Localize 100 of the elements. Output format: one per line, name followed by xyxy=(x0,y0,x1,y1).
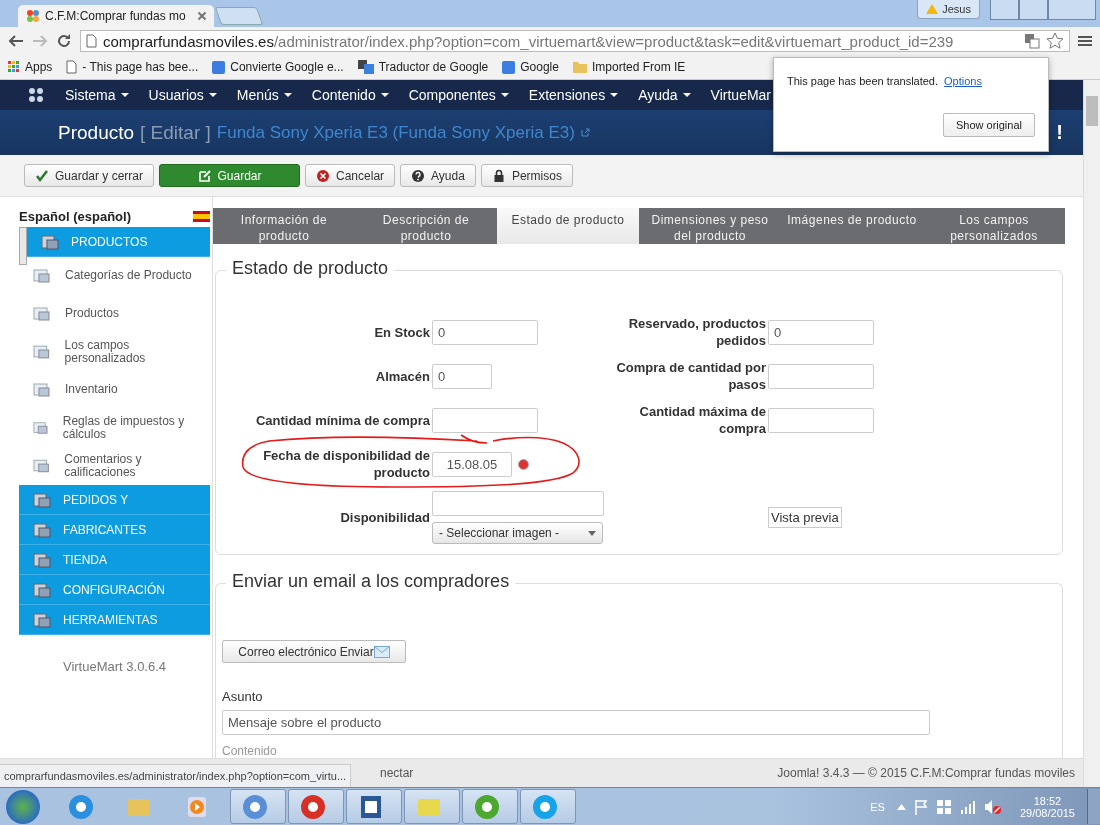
item-icon xyxy=(33,306,51,322)
check-icon xyxy=(35,168,49,183)
tab[interactable]: Estado de producto xyxy=(497,208,639,244)
tab[interactable]: Imágenes de producto xyxy=(781,208,923,244)
tab[interactable]: Los campos personalizados xyxy=(923,208,1065,244)
menu-item[interactable]: Ayuda xyxy=(638,87,691,103)
tab[interactable]: Descripción de producto xyxy=(355,208,497,244)
section-icon xyxy=(33,521,51,538)
input-field[interactable] xyxy=(432,491,604,516)
maximize-button[interactable] xyxy=(1019,0,1048,20)
menu-item[interactable]: Menús xyxy=(236,87,292,103)
menu-item[interactable]: Usuarios xyxy=(148,87,217,103)
toolbar-button[interactable]: Permisos xyxy=(480,164,573,187)
date-field[interactable]: 15.08.05 xyxy=(432,451,512,477)
taskbar-button[interactable] xyxy=(520,789,576,824)
back-icon[interactable] xyxy=(8,34,24,48)
taskbar-button[interactable] xyxy=(230,789,286,824)
subject-field[interactable]: Mensaje sobre el producto xyxy=(222,710,930,735)
sidebar-item[interactable]: Los campos personalizados xyxy=(19,333,210,371)
version-label: VirtueMart 3.0.6.4 xyxy=(61,659,168,674)
signal-icon[interactable] xyxy=(959,799,976,814)
tab[interactable]: Información de producto xyxy=(213,208,355,244)
preview-button[interactable]: Vista previa xyxy=(768,507,842,528)
app-icon xyxy=(299,792,327,821)
menu-icon[interactable] xyxy=(1078,34,1092,48)
folder-icon xyxy=(572,61,587,73)
user-badge[interactable]: Jesus xyxy=(917,0,980,19)
translate-icon[interactable] xyxy=(1024,33,1040,49)
scrollbar[interactable] xyxy=(1083,80,1100,787)
input-field[interactable]: 0 xyxy=(768,319,874,345)
input-field[interactable]: 0 xyxy=(432,319,538,345)
field-label: Compra de cantidad por pasos xyxy=(615,359,766,393)
bookmark[interactable]: Imported From IE xyxy=(572,60,686,74)
image-select[interactable]: - Seleccionar imagen - xyxy=(432,522,603,544)
input-field[interactable] xyxy=(432,407,538,433)
footer-link[interactable]: nectar xyxy=(380,766,414,780)
toolbar-button[interactable]: Ayuda xyxy=(400,164,476,187)
app-icon xyxy=(473,792,501,821)
minimize-button[interactable] xyxy=(990,0,1019,20)
input-field[interactable] xyxy=(768,363,874,389)
taskbar-button[interactable] xyxy=(462,789,518,824)
toolbar-button[interactable]: Cancelar xyxy=(305,164,396,187)
bookmark[interactable]: Apps xyxy=(8,60,53,74)
tab[interactable]: Dimensiones y peso del producto xyxy=(639,208,781,244)
section-legend: Estado de producto xyxy=(226,258,395,279)
toolbar-button[interactable]: Guardar xyxy=(159,164,301,187)
menu-item[interactable]: Sistema xyxy=(65,87,129,103)
external-link-icon xyxy=(580,128,590,137)
address-field[interactable]: comprarfundasmoviles.es/administrator/index.php?option=com_virtuemart&view=product&task=edit&virtuemart_product_id=239 xyxy=(80,30,1070,52)
taskbar-button[interactable] xyxy=(346,789,402,824)
close-icon[interactable] xyxy=(198,12,206,20)
reload-icon[interactable] xyxy=(56,33,72,49)
show-desktop-button[interactable] xyxy=(1087,789,1100,824)
app-icon xyxy=(67,792,95,821)
scroll-thumb[interactable] xyxy=(1086,96,1098,126)
section-icon xyxy=(33,551,51,568)
show-original-button[interactable]: Show original xyxy=(942,113,1035,137)
flag-icon[interactable] xyxy=(913,798,928,815)
field-label: Reservado, productos pedidos xyxy=(627,315,766,349)
page-icon xyxy=(86,34,97,48)
collapse-handle[interactable] xyxy=(19,227,27,265)
toolbar-button[interactable]: Guardar y cerrar xyxy=(24,164,155,187)
taskbar-button[interactable] xyxy=(288,789,344,824)
muted-speaker-icon[interactable] xyxy=(983,798,1002,815)
close-button[interactable] xyxy=(1048,0,1096,20)
status-url: comprarfundasmoviles.es/administrator/index.php?option=com_virtu... xyxy=(0,764,352,787)
send-email-button[interactable]: Correo electrónico Enviar xyxy=(222,640,406,663)
clear-icon[interactable] xyxy=(518,458,529,470)
field-label: En Stock xyxy=(373,323,430,341)
up-arrow-icon[interactable] xyxy=(896,803,906,810)
star-icon[interactable] xyxy=(1046,32,1064,50)
sidebar-item[interactable]: Inventario xyxy=(19,371,210,409)
sidebar-item[interactable]: Comentarios y calificaciones xyxy=(19,447,210,485)
app-icon xyxy=(531,792,559,821)
translate-icon xyxy=(357,60,374,74)
forward-icon[interactable] xyxy=(32,34,48,48)
envelope-icon xyxy=(373,645,390,658)
input-field[interactable]: 0 xyxy=(432,363,492,389)
start-button[interactable] xyxy=(6,789,40,824)
menu-item[interactable]: Extensiones xyxy=(528,87,619,103)
cancel-icon xyxy=(316,168,331,183)
page-icon xyxy=(66,60,78,74)
browser-tab[interactable]: C.F.M:Comprar fundas mo xyxy=(18,5,214,27)
menu-item[interactable]: Contenido xyxy=(311,87,389,103)
sidebar-item[interactable]: Reglas de impuestos y cálculos xyxy=(19,409,210,447)
bookmark[interactable]: Convierte Google e... xyxy=(212,60,344,74)
bookmark[interactable]: Google xyxy=(502,60,559,74)
windows-icon[interactable] xyxy=(935,798,952,815)
section-icon xyxy=(41,233,59,250)
bookmark[interactable]: Traductor de Google xyxy=(357,60,489,74)
options-link[interactable]: Options xyxy=(944,75,982,87)
sidebar-item[interactable]: Productos xyxy=(19,295,210,333)
field-label: Almacén xyxy=(374,367,430,385)
menu-item[interactable]: Componentes xyxy=(408,87,509,103)
bookmark[interactable]: - This page has bee... xyxy=(66,60,199,74)
menu-item[interactable]: VirtueMar xyxy=(710,87,772,103)
item-icon xyxy=(33,268,51,284)
new-tab-button[interactable] xyxy=(214,7,264,25)
sidebar-item[interactable]: Categorías de Producto xyxy=(19,257,210,295)
input-field[interactable] xyxy=(768,407,874,433)
